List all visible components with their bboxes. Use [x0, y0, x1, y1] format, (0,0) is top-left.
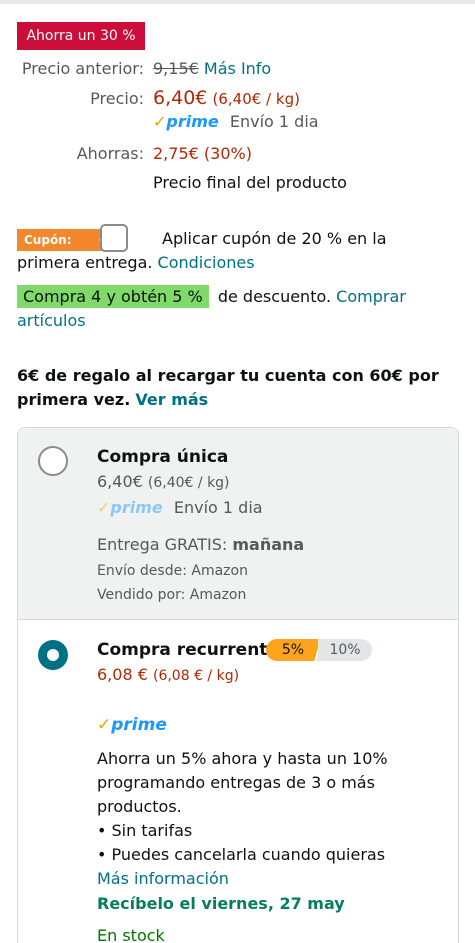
- coupon-text-line2-row: primera entrega. Condiciones: [17, 252, 255, 274]
- price-row: 6,40€ (6,40€ / kg): [153, 87, 300, 110]
- multibuy-rest: de descuento.: [217, 287, 332, 306]
- recurring-desc-line2: programando entregas de 3 o más: [97, 773, 375, 792]
- one-time-title: Compra única: [97, 447, 229, 467]
- stock-status: En stock: [97, 926, 165, 943]
- coupon-conditions-link[interactable]: Condiciones: [158, 253, 255, 272]
- one-time-price: 6,40€: [97, 472, 143, 491]
- one-time-option[interactable]: Compra única 6,40€ (6,40€ / kg) ✓prime E…: [18, 428, 458, 620]
- savings-label: Ahorras:: [76, 144, 144, 163]
- recurring-bullet-2: • Puedes cancelarla cuando quieras: [97, 845, 386, 864]
- multibuy-row: Compra 4 y obtén 5 % de descuento. Compr…: [17, 285, 406, 308]
- recurring-title: Compra recurrente: [97, 640, 279, 660]
- coupon-tag-label: Cupón:: [17, 229, 99, 251]
- price-value: 6,40€: [153, 87, 208, 109]
- multibuy-link-line2[interactable]: artículos: [17, 310, 86, 332]
- recurring-prime-row: ✓prime: [97, 714, 167, 736]
- recurring-arrival: Recíbelo el viernes, 27 may: [97, 894, 345, 913]
- multibuy-link[interactable]: Comprar: [336, 287, 406, 306]
- gift-line2-row: primera vez. Ver más: [17, 389, 208, 411]
- recurring-desc-line3: productos.: [97, 797, 182, 816]
- savings-value: 2,75€ (30%): [153, 144, 252, 163]
- one-time-free-delivery-label: Entrega GRATIS:: [97, 535, 228, 554]
- prime-delivery-row: ✓prime Envío 1 dia: [153, 111, 319, 133]
- prime-logo: ✓prime: [153, 112, 219, 131]
- recurring-prime-logo: ✓prime: [97, 715, 167, 735]
- recurring-bullet-1: • Sin tarifas: [97, 821, 193, 840]
- recurring-radio[interactable]: [38, 640, 68, 670]
- recurring-more-info-link[interactable]: Más información: [97, 868, 229, 890]
- recurring-desc-line1: Ahorra un 5% ahora y hasta un 10%: [97, 749, 388, 768]
- one-time-delivery: Envío 1 dia: [173, 498, 263, 517]
- final-price-note: Precio final del producto: [153, 173, 347, 192]
- one-time-shipped-from: Envío desde: Amazon: [97, 563, 248, 579]
- gift-line1: 6€ de regalo al recargar tu cuenta con 6…: [17, 366, 439, 385]
- one-time-sold-by: Vendido por: Amazon: [97, 587, 247, 603]
- one-time-unit: (6,40€ / kg): [147, 475, 230, 491]
- purchase-options-card: Compra única 6,40€ (6,40€ / kg) ✓prime E…: [17, 427, 459, 943]
- recurring-unit: (6,08 € / kg): [152, 668, 240, 684]
- prime-check-icon: ✓: [153, 112, 167, 131]
- price-unit: (6,40€ / kg): [212, 90, 300, 108]
- price-label: Precio:: [90, 89, 144, 108]
- one-time-free-delivery-day: mañana: [232, 535, 305, 554]
- one-time-prime-check-icon: ✓: [97, 498, 111, 517]
- coupon-text-line1: Aplicar cupón de 20 % en la: [162, 229, 387, 248]
- one-time-free-delivery-row: Entrega GRATIS: mañana: [97, 534, 304, 556]
- multibuy-highlight: Compra 4 y obtén 5 %: [17, 285, 209, 308]
- one-time-radio[interactable]: [38, 446, 68, 476]
- recurring-prime-check-icon: ✓: [97, 715, 112, 735]
- delivery-text: Envío 1 dia: [229, 112, 319, 131]
- more-info-link[interactable]: Más Info: [204, 59, 271, 78]
- gift-more-link[interactable]: Ver más: [135, 390, 208, 409]
- discount-pill-5[interactable]: 5%: [266, 639, 320, 661]
- one-time-price-row: 6,40€ (6,40€ / kg): [97, 471, 230, 494]
- one-time-prime-logo: ✓prime: [97, 498, 163, 517]
- previous-price-value: 9,15€: [153, 59, 199, 78]
- recurring-price-row: 6,08 € (6,08 € / kg): [97, 664, 239, 687]
- deal-badge: Ahorra un 30 %: [17, 22, 145, 50]
- coupon-tag: Cupón:: [17, 229, 111, 251]
- gift-line2: primera vez.: [17, 390, 131, 409]
- coupon-text-line2: primera entrega.: [17, 253, 153, 272]
- discount-pill-10[interactable]: 10%: [318, 639, 372, 661]
- one-time-prime-row: ✓prime Envío 1 dia: [97, 497, 263, 519]
- coupon-checkbox[interactable]: [100, 224, 128, 252]
- top-divider: [0, 0, 475, 4]
- previous-price-row: 9,15€ Más Info: [153, 58, 271, 80]
- recurring-price: 6,08 €: [97, 665, 148, 684]
- previous-price-label: Precio anterior:: [21, 59, 144, 78]
